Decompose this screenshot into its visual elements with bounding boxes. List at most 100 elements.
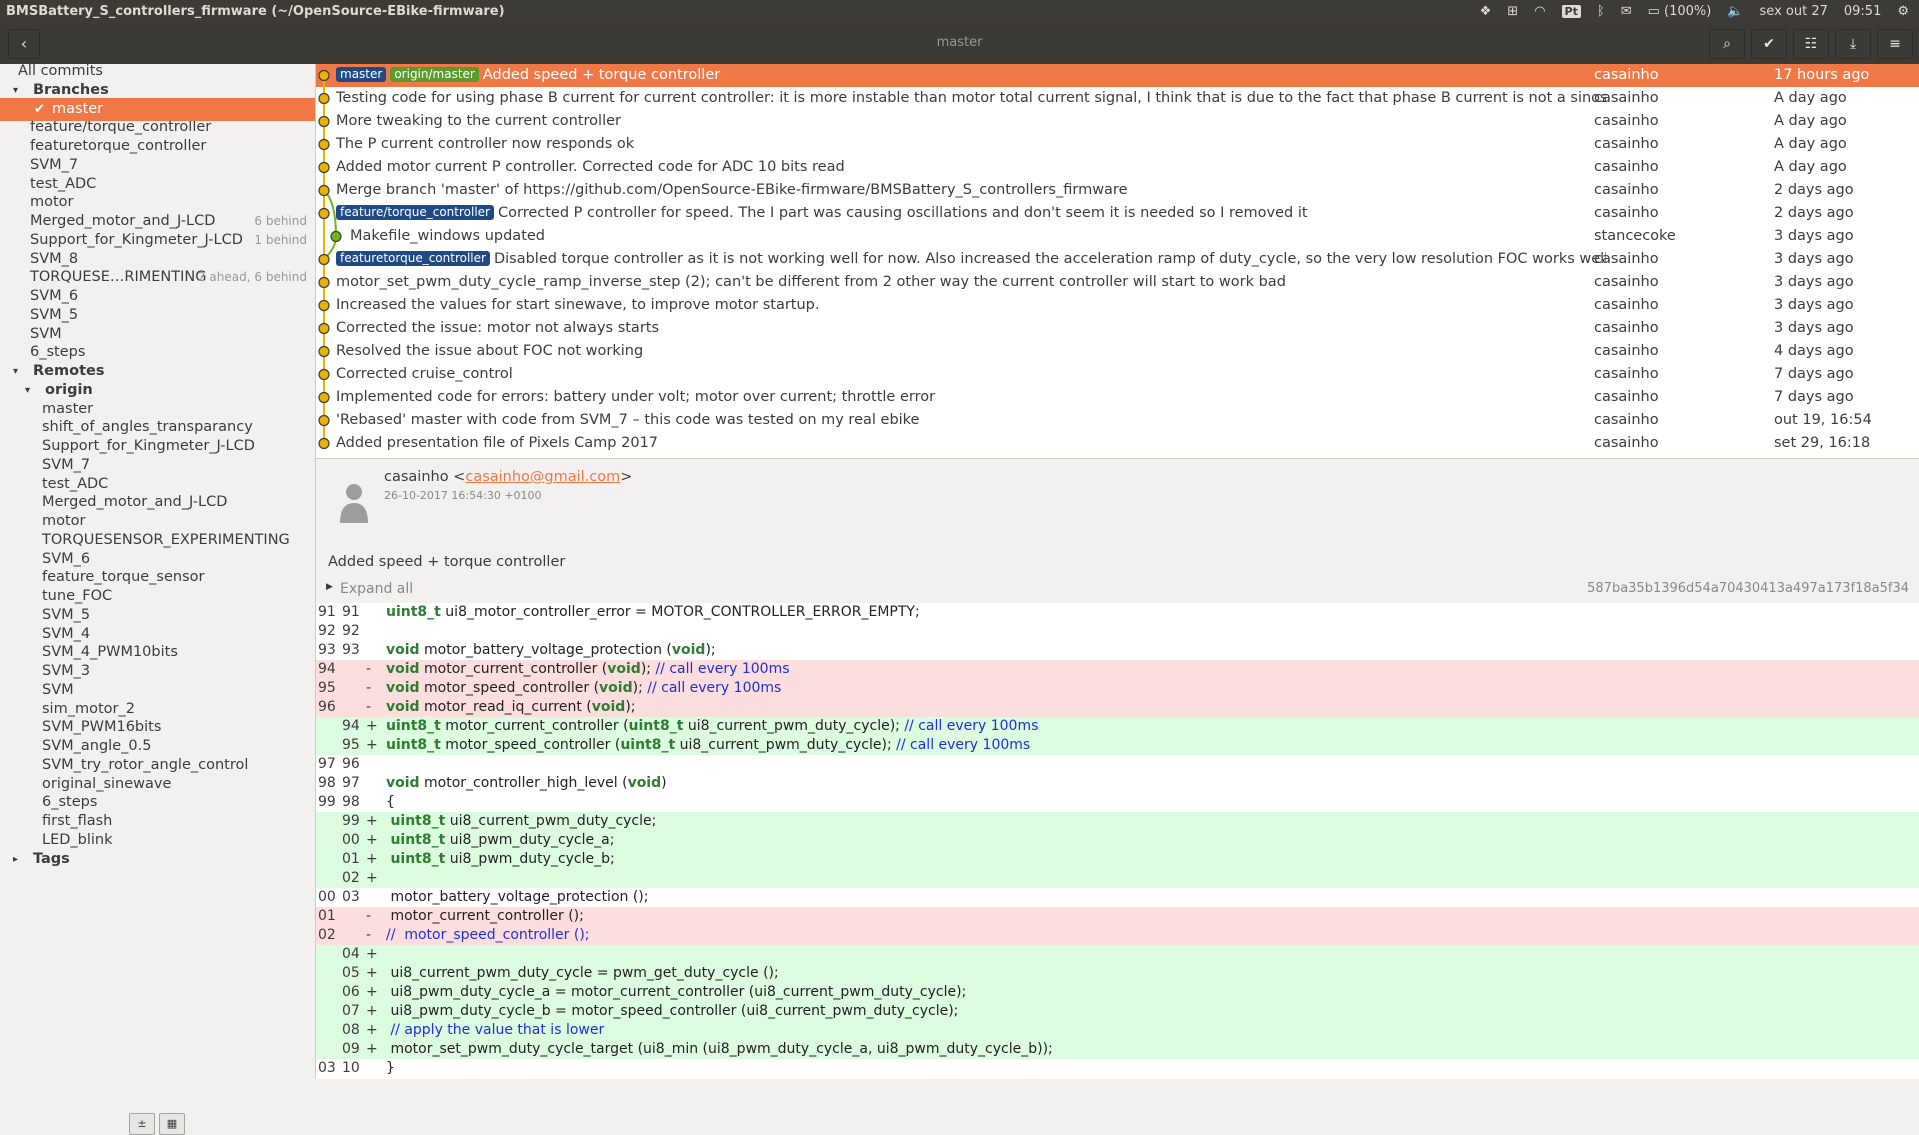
commit-message: Makefile_windows updated (350, 225, 1620, 248)
volume-icon[interactable]: 🔈 (1727, 4, 1743, 19)
top-panel: BMSBattery_S_controllers_firmware (~/Ope… (0, 0, 1919, 23)
search-icon: ⌕ (1723, 36, 1731, 52)
diff-line: 08 + // apply the value that is lower (316, 1021, 1919, 1040)
commit-row[interactable]: More tweaking to the current controller c… (316, 110, 1919, 133)
commit-row[interactable]: Increased the values for start sinewave,… (316, 294, 1919, 317)
back-button[interactable]: ‹ (8, 29, 40, 59)
search-button[interactable]: ⌕ (1709, 29, 1745, 59)
add-remove-button[interactable]: ± (129, 1113, 155, 1135)
commit-row[interactable]: featuretorque_controller Disabled torque … (316, 248, 1919, 271)
code-text: } (386, 1060, 395, 1076)
battery-indicator[interactable]: ▭ (100%) (1648, 4, 1712, 19)
new-line-number: 99 (342, 813, 360, 829)
old-line-number: 96 (318, 699, 336, 715)
header-bar: ‹ master ⌕ ✔ ☷ ⤓ ≡ (0, 23, 1919, 64)
expand-triangle-icon[interactable]: ▶ (326, 582, 333, 592)
commit-row[interactable]: master origin/master Added speed + torque … (316, 64, 1919, 87)
clock-time[interactable]: 09:51 (1844, 4, 1881, 19)
code-keyword: uint8_t (620, 737, 676, 753)
commit-detail: casainho <casainho@gmail.com> 26-10-2017… (316, 459, 1919, 587)
commit-node (318, 276, 330, 289)
commit-date-cell: A day ago (1774, 136, 1847, 152)
commit-row[interactable]: Added presentation file of Pixels Camp 2… (316, 432, 1919, 455)
window-title: BMSBattery_S_controllers_firmware (~/Ope… (6, 4, 505, 19)
commit-row[interactable]: Testing code for using phase B current f… (316, 87, 1919, 110)
layout-button[interactable]: ☷ (1793, 29, 1829, 59)
calculator-button[interactable]: ▦ (159, 1113, 185, 1135)
workspaces-icon[interactable]: ⊞ (1507, 4, 1518, 19)
old-line-number: 03 (318, 1060, 336, 1076)
commit-row[interactable]: The P current controller now responds ok… (316, 133, 1919, 156)
new-line-number: 98 (342, 794, 360, 810)
commit-row[interactable]: Corrected the issue: motor not always st… (316, 317, 1919, 340)
commit-row[interactable]: Makefile_windows updated stancecoke 3 days… (316, 225, 1919, 248)
commit-row[interactable]: Merge branch 'master' of https://github.… (316, 179, 1919, 202)
ref-tag[interactable]: feature/torque_controller (336, 205, 494, 220)
diff-line: 02 + (316, 869, 1919, 888)
code-text: motor_battery_voltage_protection (); (386, 889, 649, 905)
menu-button[interactable]: ≡ (1877, 29, 1913, 59)
commit-node (330, 230, 342, 243)
diff-line: 97 96 (316, 755, 1919, 774)
diff-sign: + (366, 1003, 378, 1019)
diff-line: 07 + ui8_pwm_duty_cycle_b = motor_speed_c… (316, 1002, 1919, 1021)
code-keyword: void (599, 680, 633, 696)
new-line-number: 01 (342, 851, 360, 867)
commit-node (318, 345, 330, 358)
commit-row[interactable]: Added motor current P controller. Correc… (316, 156, 1919, 179)
diff-line: 99 + uint8_t ui8_current_pwm_duty_cycle; (316, 812, 1919, 831)
code-text: ); (705, 642, 716, 658)
code-text: motor_speed_controller ( (419, 680, 600, 696)
commit-row[interactable]: Corrected cruise_control casainho 7 days a… (316, 363, 1919, 386)
code-text: motor_controller_high_level ( (419, 775, 628, 791)
keyboard-layout-indicator[interactable]: Pt (1561, 5, 1581, 18)
code-keyword: uint8_t (386, 604, 441, 620)
header-title: master (936, 35, 983, 50)
commit-row[interactable]: feature/torque_controller Corrected P con… (316, 202, 1919, 225)
code-text: ui8_pwm_duty_cycle_b = motor_speed_contr… (386, 1003, 959, 1019)
ref-tag[interactable]: featuretorque_controller (336, 251, 490, 266)
dropbox-icon[interactable]: ❖ (1480, 4, 1492, 19)
commit-row[interactable]: Implemented code for errors: battery und… (316, 386, 1919, 409)
new-line-number: 07 (342, 1003, 360, 1019)
commit-node (318, 391, 330, 404)
sidebar-item[interactable]: All commits (0, 60, 315, 83)
commit-row[interactable]: Resolved the issue about FOC not working… (316, 340, 1919, 363)
plus-minus-icon: ± (137, 1117, 147, 1130)
commit-row[interactable]: 'Rebased' master with code from SVM_7 – … (316, 409, 1919, 432)
commit-node (318, 253, 330, 266)
download-icon: ⤓ (1849, 36, 1857, 52)
ref-tag[interactable]: origin/master (390, 67, 479, 82)
commit-message: Merge branch 'master' of https://github.… (336, 179, 1606, 202)
bluetooth-icon[interactable]: ᛒ (1597, 4, 1605, 19)
old-line-number: 02 (318, 927, 336, 943)
commit-row[interactable]: motor_set_pwm_duty_cycle_ramp_inverse_st… (316, 271, 1919, 294)
diff-code: // apply the value that is lower (386, 1021, 604, 1040)
commit-subject: Added speed + torque controller (328, 554, 566, 570)
commit-message-text: Merge branch 'master' of https://github.… (336, 182, 1128, 198)
commit-date-cell: A day ago (1774, 90, 1847, 106)
diff-toolbar: ▶ Expand all 587ba35b1396d54a70430413a49… (316, 578, 1919, 602)
commit-date-cell: out 19, 16:54 (1774, 412, 1872, 428)
new-line-number: 10 (342, 1060, 360, 1076)
download-button[interactable]: ⤓ (1835, 29, 1871, 59)
commit-message-text: Added motor current P controller. Correc… (336, 159, 845, 175)
diff-code: { (386, 793, 395, 812)
expand-all-button[interactable]: Expand all (340, 581, 413, 597)
code-text: ui8_motor_controller_error = MOTOR_CONTR… (440, 604, 920, 620)
wifi-icon[interactable]: ◠ (1534, 4, 1545, 19)
diff-line: 01 + uint8_t ui8_pwm_duty_cycle_b; (316, 850, 1919, 869)
author-email-link[interactable]: casainho@gmail.com (465, 469, 620, 485)
list-icon: ☷ (1804, 36, 1818, 52)
commit-button[interactable]: ✔ (1751, 29, 1787, 59)
clock-date[interactable]: sex out 27 (1760, 4, 1828, 19)
mail-icon[interactable]: ✉ (1621, 4, 1632, 19)
diff-code: void motor_controller_high_level (void) (386, 774, 667, 793)
new-line-number: 92 (342, 623, 360, 639)
diff-code: ui8_pwm_duty_cycle_b = motor_speed_contr… (386, 1002, 958, 1021)
commit-date: 26-10-2017 16:54:30 +0100 (384, 489, 542, 502)
gear-icon[interactable]: ⚙ (1897, 4, 1909, 19)
commit-node (318, 207, 330, 220)
commit-message: master origin/master Added speed + torque … (336, 64, 1606, 87)
commit-sha: 587ba35b1396d54a70430413a497a173f18a5f34 (1587, 581, 1909, 596)
